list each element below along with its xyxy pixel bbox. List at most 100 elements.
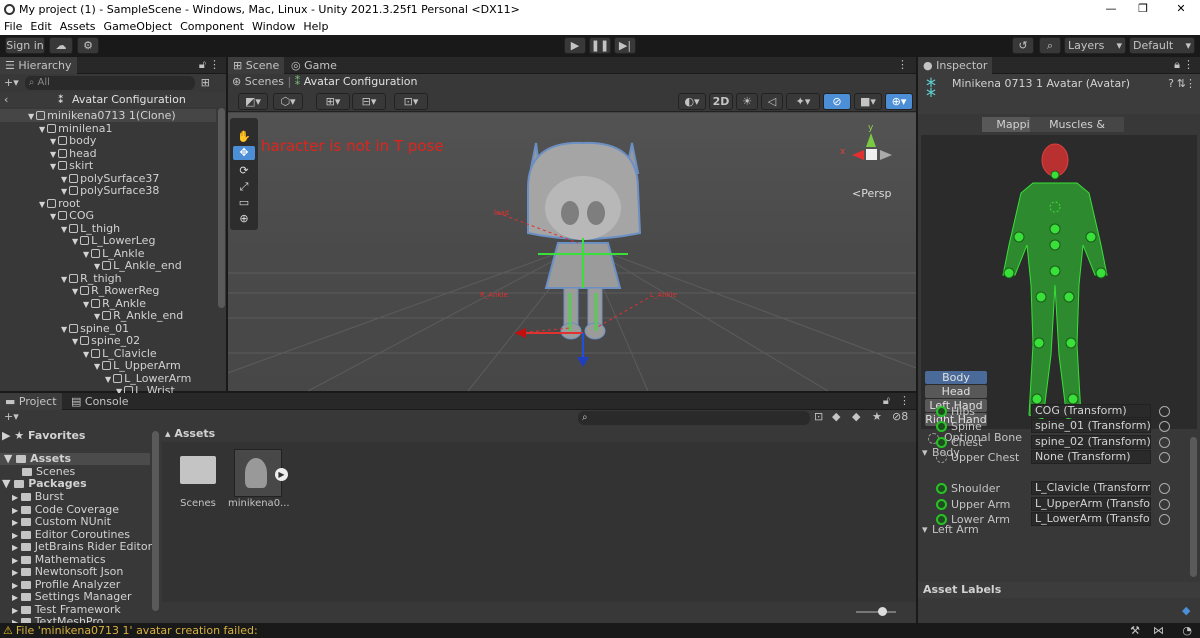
back-arrow-icon[interactable]: ‹ [4,93,8,106]
hierarchy-item[interactable]: ▼ body [0,134,216,147]
draw-mode-icon[interactable]: ◩▾ [238,93,268,110]
tab-hierarchy[interactable]: ☰ Hierarchy [0,57,77,74]
bone-transform-field[interactable]: spine_02 (Transform) [1031,435,1151,449]
rect-tool-icon[interactable]: ▭ [235,196,253,210]
object-picker-icon[interactable] [1159,437,1170,448]
favorites-item[interactable]: ▶ ★ Favorites [2,430,85,442]
hierarchy-item[interactable]: ▼ L_UpperArm [0,359,216,372]
object-picker-icon[interactable] [1159,483,1170,494]
tab-muscles-settings[interactable]: Muscles & Settings [1030,117,1124,146]
project-sidebar-scrollbar[interactable] [152,431,159,611]
more-options-icon[interactable]: ⋮ [899,394,910,407]
snap-increment-icon[interactable]: ⊟▾ [352,93,386,110]
expand-toggle-icon[interactable]: ▶ [12,506,21,515]
progress-icon[interactable]: ◔ [1182,624,1192,637]
hierarchy-item[interactable]: ▼ head [0,147,216,160]
effects-icon[interactable]: ✦▾ [786,93,820,110]
expand-toggle-icon[interactable]: ▼ [83,300,89,309]
sign-in-button[interactable]: Sign in [5,37,45,54]
zoom-slider-track[interactable] [856,611,896,613]
packages-item[interactable]: ▼ Packages [2,478,87,490]
hierarchy-item[interactable]: ▼ L_thigh [0,222,216,235]
bone-status-icon[interactable] [936,514,947,525]
audio-icon[interactable]: ◁ [761,93,783,110]
object-picker-icon[interactable] [1159,514,1170,525]
expand-toggle-icon[interactable]: ▶ [12,518,21,527]
lock-icon[interactable]: 🔓︎ [199,58,206,72]
menu-window[interactable]: Window [252,20,295,33]
bone-transform-field[interactable]: COG (Transform) [1031,404,1151,418]
expand-toggle-icon[interactable]: ▼ [39,200,45,209]
debug-icon[interactable]: ⚒ [1130,624,1140,637]
hierarchy-item[interactable]: ▼ skirt [0,159,216,172]
breadcrumb-avatar-config[interactable]: Avatar Configuration [304,75,418,88]
expand-toggle-icon[interactable]: ▶ [12,543,21,552]
hierarchy-item[interactable]: ▼ R_Ankle_end [0,309,216,322]
assets-item[interactable]: ▼ Assets [0,453,150,465]
step-button[interactable]: ▶| [614,37,636,54]
hierarchy-item[interactable]: ▼ L_LowerLeg [0,234,216,247]
history-icon[interactable]: ↺ [1012,37,1034,54]
hierarchy-item[interactable]: ▼ polySurface38 [0,184,216,197]
close-button[interactable]: ✕ [1166,0,1196,18]
hierarchy-item[interactable]: ▼ L_Ankle_end [0,259,216,272]
bone-status-icon[interactable] [936,452,947,463]
project-search-input[interactable]: ⌕ [578,411,810,425]
tag-icon[interactable]: ◆ [1182,604,1190,617]
hierarchy-scrollbar[interactable] [218,108,225,308]
expand-toggle-icon[interactable]: ▶ [12,531,21,540]
hierarchy-item[interactable]: ▼ root [0,197,216,210]
object-picker-icon[interactable] [1159,499,1170,510]
expand-toggle-icon[interactable]: ▼ [72,287,78,296]
tab-inspector[interactable]: ● Inspector [918,57,993,74]
package-item[interactable]: ▶ Burst [12,491,64,503]
hierarchy-item[interactable]: ▼ L_Ankle [0,247,216,260]
expand-toggle-icon[interactable]: ▼ [72,337,78,346]
perspective-label[interactable]: <Persp [852,187,891,200]
expand-toggle-icon[interactable]: ▶ [12,606,21,615]
object-picker-icon[interactable] [1159,452,1170,463]
move-tool-icon[interactable]: ✥ [233,146,255,160]
expand-toggle-icon[interactable]: ▼ [39,125,45,134]
tab-game[interactable]: ◎ Game [286,57,342,74]
package-item[interactable]: ▶ Test Framework [12,603,121,616]
hand-tool-icon[interactable]: ✋ [235,130,253,144]
hierarchy-search-input[interactable]: ⌕ All [24,75,195,90]
package-item[interactable]: ▶ Settings Manager [12,591,132,603]
tab-scene[interactable]: ⊞ Scene [228,57,285,74]
hierarchy-item[interactable]: ▼ spine_01 [0,322,216,335]
favorite-icon[interactable]: ★ [872,410,882,423]
search-icon[interactable]: ⌕ [1039,37,1061,54]
zoom-slider-handle[interactable] [878,607,887,616]
bone-status-icon[interactable] [936,421,947,432]
help-icon[interactable]: ? [1168,77,1174,90]
menu-edit[interactable]: Edit [30,20,51,33]
hierarchy-item[interactable]: ▼ minilena1 [0,122,216,135]
more-options-icon[interactable]: ⋮ [1185,77,1196,90]
hierarchy-item[interactable]: ▼ R_RowerReg [0,284,216,297]
more-options-icon[interactable]: ⋮ [209,58,220,71]
package-item[interactable]: ▶ Code Coverage [12,503,119,516]
menu-gameobject[interactable]: GameObject [104,20,173,33]
hierarchy-item[interactable]: ▼ L_Clavicle [0,347,216,360]
hierarchy-item[interactable]: ▼ minikena0713 1(Clone) [0,109,216,122]
package-item[interactable]: ▶ JetBrains Rider Editor [12,541,152,553]
minimize-button[interactable]: — [1096,0,1126,18]
expand-toggle-icon[interactable]: ▼ [61,325,67,334]
bone-status-icon[interactable] [936,483,947,494]
tab-console[interactable]: ▤ Console [66,393,134,410]
breadcrumb-scenes[interactable]: Scenes [245,75,284,88]
scene-viewport[interactable]: lead R_Ankle L_Ankle ✋ ✥ ⟳ ⤢ ▭ ⊕ haracte… [228,113,916,391]
expand-toggle-icon[interactable]: ▼ [50,212,56,221]
hidden-objects-icon[interactable]: ⊘ [823,93,851,110]
layers-dropdown[interactable]: Layers ▾ [1064,37,1126,54]
package-item[interactable]: ▶ Custom NUnit [12,516,111,528]
search-by-type-icon[interactable]: ⊡ [814,410,823,423]
scenes-folder-asset[interactable] [178,452,218,488]
hierarchy-item[interactable]: ▼ R_Ankle [0,297,216,310]
expand-toggle-icon[interactable]: ▼ [94,262,100,271]
hierarchy-item[interactable]: ▼ polySurface37 [0,172,216,185]
assets-breadcrumb-label[interactable]: Assets [174,427,215,440]
expand-toggle-icon[interactable]: ▼ [61,187,67,196]
menu-help[interactable]: Help [303,20,328,33]
